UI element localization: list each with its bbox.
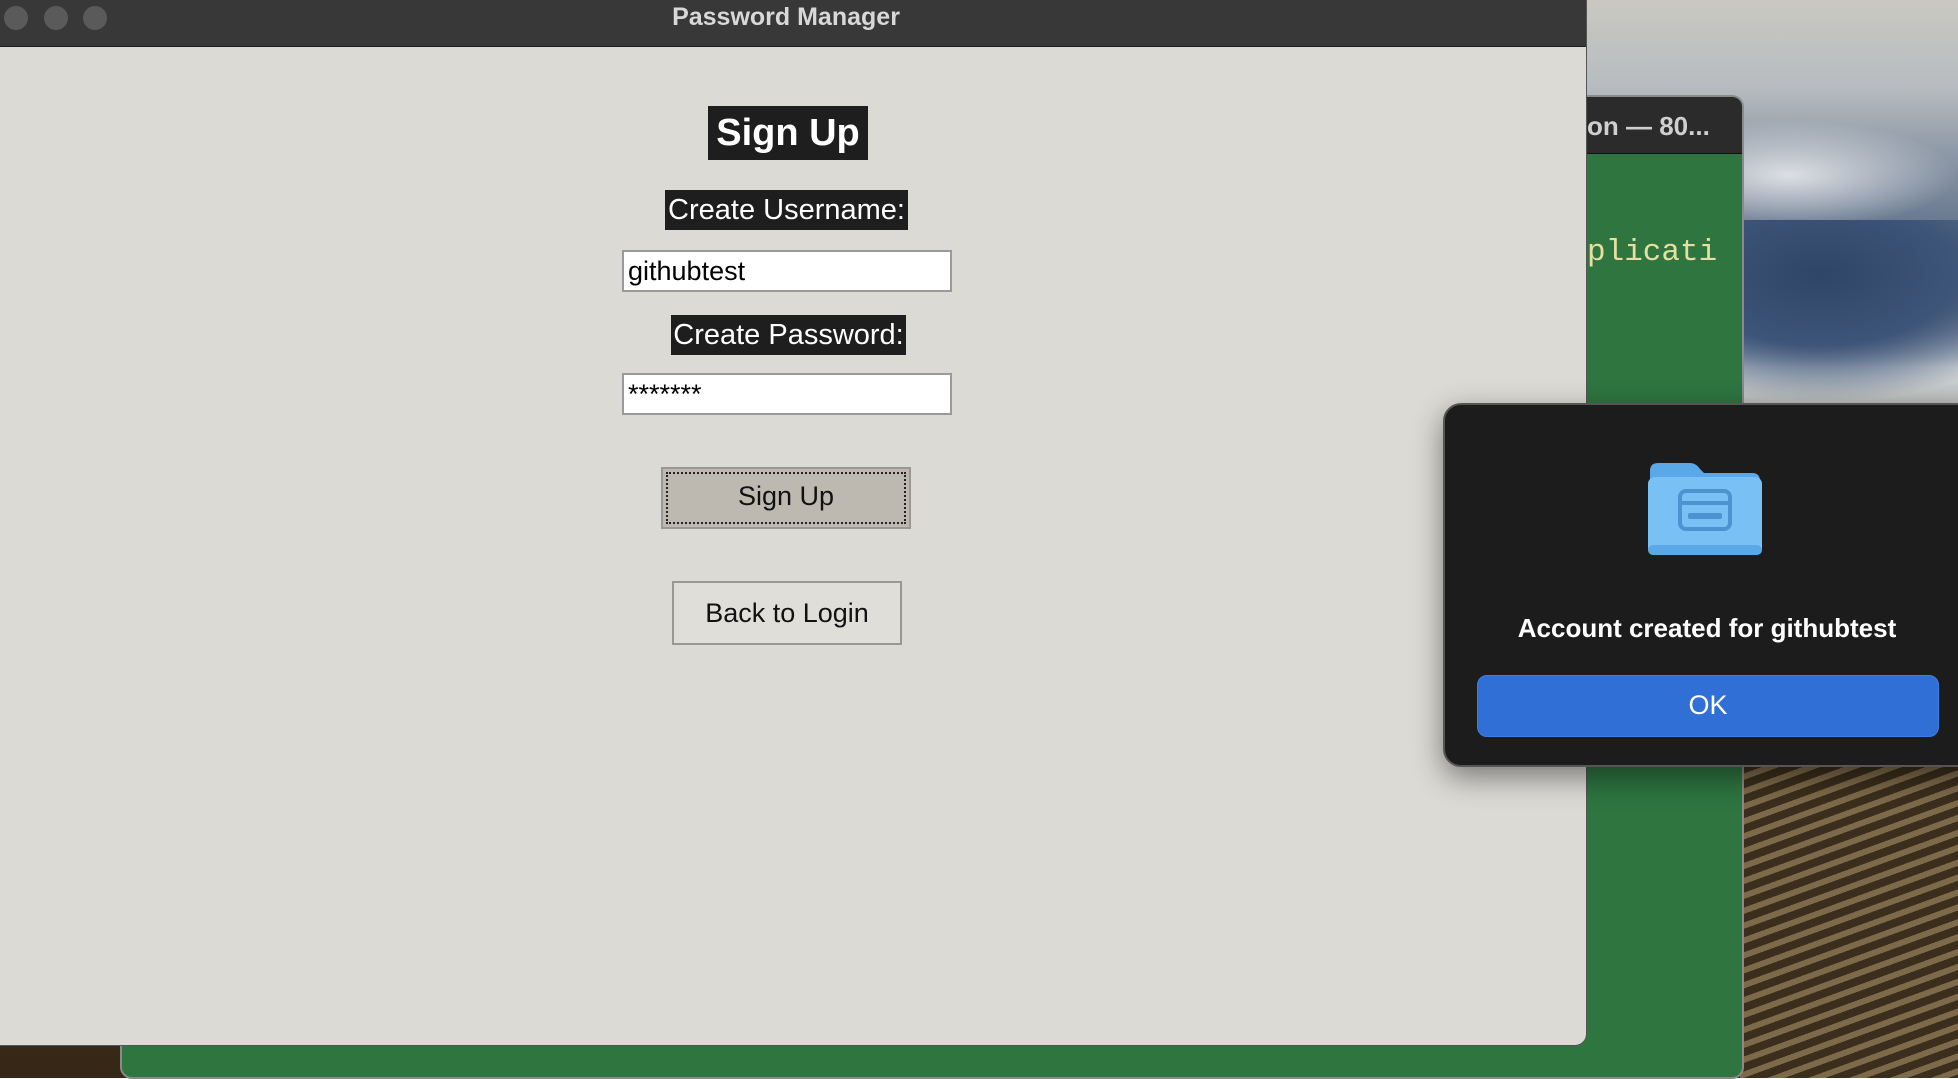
- window-title: Password Manager: [672, 3, 900, 31]
- terminal-title: on — 80...: [1587, 111, 1710, 141]
- folder-icon: [1646, 457, 1764, 557]
- username-label: Create Username:: [665, 190, 908, 230]
- alert-dialog: Account created for githubtest OK: [1443, 403, 1958, 767]
- page-title: Sign Up: [708, 106, 868, 160]
- ok-button[interactable]: OK: [1477, 675, 1939, 737]
- alert-message: Account created for githubtest: [1517, 613, 1897, 643]
- username-input[interactable]: [622, 250, 952, 292]
- password-input[interactable]: [622, 373, 952, 415]
- back-to-login-button[interactable]: Back to Login: [672, 581, 902, 645]
- password-manager-window[interactable]: Password Manager Sign Up Create Username…: [0, 0, 1587, 1046]
- sign-up-button-label: Sign Up: [737, 481, 835, 511]
- wallpaper-vineyard: [1740, 760, 1958, 1078]
- terminal-output-text: plicati: [1587, 235, 1718, 270]
- window-titlebar[interactable]: Password Manager: [0, 0, 1586, 47]
- password-label: Create Password:: [671, 315, 906, 355]
- sign-up-button[interactable]: Sign Up: [661, 467, 911, 529]
